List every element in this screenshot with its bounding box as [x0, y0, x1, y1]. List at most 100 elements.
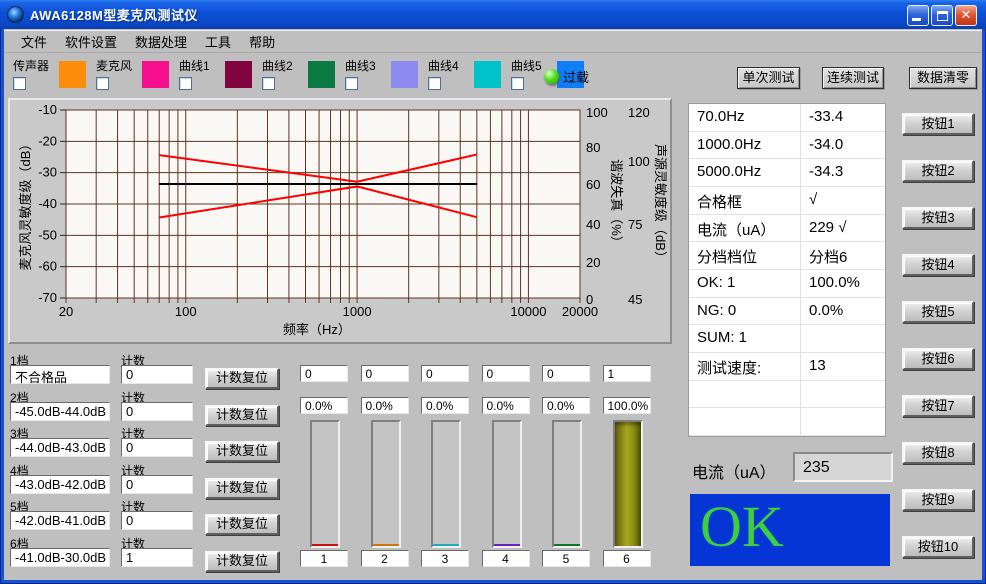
bar-column-6: 1100.0%6	[603, 360, 659, 574]
bar-column-1: 00.0%1	[300, 360, 356, 574]
overload-indicator: 过载	[544, 67, 589, 86]
bin-row-6: 6档计数-41.0dB-30.0dB1计数复位	[10, 535, 294, 571]
result-row-value: 13	[801, 353, 885, 381]
svg-text:100: 100	[628, 154, 650, 169]
svg-text:-60: -60	[38, 259, 57, 274]
bar-count-box: 1	[603, 365, 651, 382]
current-label: 电流（uA）	[692, 459, 776, 483]
svg-text:20: 20	[586, 255, 600, 270]
menu-item-4[interactable]: 工具	[196, 30, 240, 53]
window-title: AWA6128M型麦克风测试仪	[30, 5, 198, 24]
bin-range-field[interactable]: -41.0dB-30.0dB	[10, 548, 110, 567]
bin-bar-meters: 00.0%100.0%200.0%300.0%400.0%51100.0%6	[296, 360, 668, 574]
bin-count-field[interactable]: 0	[121, 475, 193, 494]
svg-text:声源灵敏度级（dB）: 声源灵敏度级（dB）	[653, 144, 668, 264]
test-button-1[interactable]: 单次测试	[737, 67, 800, 89]
bin-count-field[interactable]: 0	[121, 402, 193, 421]
bin-range-field[interactable]: -44.0dB-43.0dB	[10, 438, 110, 457]
bin-range-field[interactable]: 不合格品	[10, 365, 110, 384]
bar-percent-box: 0.0%	[300, 397, 348, 414]
chart-svg: -10-20-30-40-50-60-702010010001000020000…	[10, 100, 670, 342]
result-row-value	[801, 325, 885, 353]
svg-text:80: 80	[586, 140, 600, 155]
side-button-3[interactable]: 按钮3	[902, 207, 974, 229]
legend-checkbox-quxian4[interactable]	[428, 77, 441, 90]
status-panel: OK	[690, 494, 890, 566]
legend-color-swatch	[59, 61, 86, 88]
result-row-label: 1000.0Hz	[689, 132, 801, 160]
test-button-2[interactable]: 连续测试	[822, 67, 884, 89]
side-button-8[interactable]: 按钮8	[902, 442, 974, 464]
overload-label: 过载	[563, 67, 589, 86]
bar-column-5: 00.0%5	[542, 360, 598, 574]
result-row-label: 电流（uA）	[689, 215, 801, 243]
bar-number-box: 5	[542, 550, 590, 567]
count-reset-button-5[interactable]: 计数复位	[205, 514, 279, 535]
bar-number-box: 6	[603, 550, 651, 567]
count-reset-button-4[interactable]: 计数复位	[205, 478, 279, 499]
bar-count-box: 0	[361, 365, 409, 382]
legend-checkbox-quxian2[interactable]	[262, 77, 275, 90]
bar-number-box: 4	[482, 550, 530, 567]
svg-text:谐波失真（%）: 谐波失真（%）	[609, 159, 624, 249]
svg-text:-40: -40	[38, 196, 57, 211]
results-table: 70.0Hz-33.41000.0Hz-34.05000.0Hz-34.3合格框…	[688, 103, 886, 437]
bar-tank	[613, 420, 643, 548]
bar-tank	[431, 420, 461, 548]
legend-checkbox-maikefeng[interactable]	[96, 77, 109, 90]
bin-count-field[interactable]: 0	[121, 438, 193, 457]
legend-item-quxian4: 曲线4	[428, 57, 501, 95]
result-row-label: 分档档位	[689, 242, 801, 270]
bin-row-2: 2档计数-45.0dB-44.0dB0计数复位	[10, 389, 294, 425]
bin-range-field[interactable]: -42.0dB-41.0dB	[10, 511, 110, 530]
legend-color-swatch	[225, 61, 252, 88]
menu-item-5[interactable]: 帮助	[240, 30, 284, 53]
svg-text:频率（Hz）: 频率（Hz）	[283, 322, 351, 337]
count-reset-button-1[interactable]: 计数复位	[205, 368, 279, 389]
legend-item-label: 传声器	[13, 57, 55, 74]
bar-percent-box: 0.0%	[482, 397, 530, 414]
bin-range-field[interactable]: -45.0dB-44.0dB	[10, 402, 110, 421]
side-button-1[interactable]: 按钮1	[902, 113, 974, 135]
bar-column-4: 00.0%4	[482, 360, 538, 574]
menu-item-1[interactable]: 文件	[12, 30, 56, 53]
legend-item-label: 曲线3	[345, 57, 387, 74]
bin-count-field[interactable]: 0	[121, 511, 193, 530]
test-button-3[interactable]: 数据清零	[909, 67, 977, 89]
title-bar: AWA6128M型麦克风测试仪 ✕	[0, 0, 986, 29]
menu-item-3[interactable]: 数据处理	[126, 30, 196, 53]
bar-count-box: 0	[300, 365, 348, 382]
bin-range-field[interactable]: -43.0dB-42.0dB	[10, 475, 110, 494]
result-row-value: -34.3	[801, 159, 885, 187]
legend-checkbox-quxian5[interactable]	[511, 77, 524, 90]
svg-text:-10: -10	[38, 102, 57, 117]
bar-count-box: 0	[421, 365, 469, 382]
count-reset-button-3[interactable]: 计数复位	[205, 441, 279, 462]
side-button-5[interactable]: 按钮5	[902, 301, 974, 323]
bar-tank	[492, 420, 522, 548]
bin-count-field[interactable]: 0	[121, 365, 193, 384]
count-reset-button-2[interactable]: 计数复位	[205, 405, 279, 426]
legend-checkbox-quxian3[interactable]	[345, 77, 358, 90]
side-button-9[interactable]: 按钮9	[902, 489, 974, 511]
bin-count-field[interactable]: 1	[121, 548, 193, 567]
svg-text:45: 45	[628, 292, 642, 307]
bar-tank	[310, 420, 340, 548]
count-reset-button-6[interactable]: 计数复位	[205, 551, 279, 572]
side-button-10[interactable]: 按钮10	[902, 536, 974, 558]
side-button-4[interactable]: 按钮4	[902, 254, 974, 276]
menu-item-2[interactable]: 软件设置	[56, 30, 126, 53]
maximize-button[interactable]	[931, 5, 953, 26]
bin-row-5: 5档计数-42.0dB-41.0dB0计数复位	[10, 498, 294, 534]
result-row-label: 70.0Hz	[689, 104, 801, 132]
side-button-2[interactable]: 按钮2	[902, 160, 974, 182]
svg-text:40: 40	[586, 217, 600, 232]
maximize-icon	[937, 11, 948, 21]
legend-checkbox-quxian1[interactable]	[179, 77, 192, 90]
minimize-button[interactable]	[907, 5, 929, 26]
legend-color-swatch	[142, 61, 169, 88]
side-button-6[interactable]: 按钮6	[902, 348, 974, 370]
legend-checkbox-chuanshengqi[interactable]	[13, 77, 26, 90]
side-button-7[interactable]: 按钮7	[902, 395, 974, 417]
close-button[interactable]: ✕	[955, 5, 977, 26]
